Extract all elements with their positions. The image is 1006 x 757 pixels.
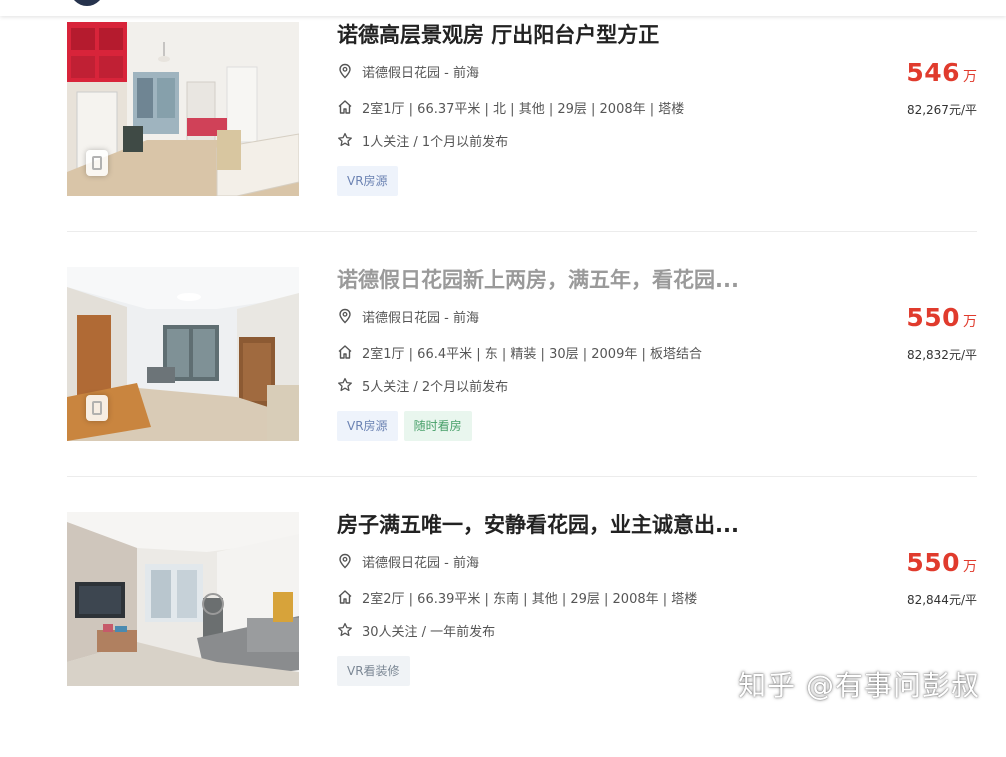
community-link[interactable]: 诺德假日花园 - 前海 (362, 62, 479, 81)
location-pin-icon (337, 553, 353, 569)
price-unit: 万 (963, 69, 977, 85)
tag-list: VR房源 (337, 166, 398, 196)
follow-info-row: 30人关注 / 一年前发布 (337, 620, 495, 640)
house-info-row: 2室1厅 | 66.4平米 | 东 | 精装 | 30层 | 2009年 | 板… (337, 342, 702, 362)
listing-title[interactable]: 诺德高层景观房 厅出阳台户型方正 (337, 22, 659, 48)
vr-badge-icon (86, 395, 108, 421)
location-pin-icon (337, 308, 353, 324)
star-icon (337, 132, 353, 148)
listing-title[interactable]: 诺德假日花园新上两房，满五年，看花园... (337, 267, 739, 293)
tag-view-anytime[interactable]: 随时看房 (403, 411, 472, 441)
house-info: 2室1厅 | 66.37平米 | 北 | 其他 | 29层 | 2008年 | … (362, 101, 685, 117)
unit-price: 82,844元/平 (906, 593, 977, 607)
tag-list: VR房源 随时看房 (337, 411, 472, 441)
listing-item[interactable]: 诺德高层景观房 厅出阳台户型方正 诺德假日花园 - 前海 2室1厅 | 66.3… (67, 22, 977, 267)
tag-vr-decoration[interactable]: VR看装修 (337, 656, 410, 686)
tag-list: VR看装修 (337, 656, 410, 686)
house-icon (337, 589, 353, 605)
community-link[interactable]: 诺德假日花园 - 前海 (362, 552, 479, 571)
price-value: 546 (906, 58, 960, 87)
follow-info: 30人关注 / 一年前发布 (362, 624, 496, 640)
unit-price: 82,832元/平 (906, 348, 977, 362)
vr-badge-icon (86, 150, 108, 176)
follow-info: 1人关注 / 1个月以前发布 (362, 134, 509, 150)
star-icon (337, 377, 353, 393)
community-link[interactable]: 诺德假日花园 - 前海 (362, 307, 479, 326)
top-nav-bar (0, 0, 1006, 16)
tag-vr-listing[interactable]: VR房源 (337, 411, 398, 441)
total-price: 550 万 (906, 548, 977, 577)
house-info: 2室1厅 | 66.4平米 | 东 | 精装 | 30层 | 2009年 | 板… (362, 346, 702, 362)
listing-title[interactable]: 房子满五唯一，安静看花园，业主诚意出... (337, 512, 739, 538)
zhihu-watermark: 知乎 @有事问彭叔 (738, 669, 980, 702)
community-row: 诺德假日花园 - 前海 (337, 551, 479, 571)
follow-info: 5人关注 / 2个月以前发布 (362, 379, 509, 395)
price-value: 550 (906, 548, 960, 577)
price-unit: 万 (963, 559, 977, 575)
divider (67, 476, 977, 477)
listing-photo[interactable] (67, 267, 299, 441)
community-row: 诺德假日花园 - 前海 (337, 61, 479, 81)
house-info-row: 2室2厅 | 66.39平米 | 东南 | 其他 | 29层 | 2008年 |… (337, 587, 697, 607)
tag-vr-listing[interactable]: VR房源 (337, 166, 398, 196)
site-logo[interactable] (70, 0, 104, 6)
house-icon (337, 344, 353, 360)
follow-info-row: 5人关注 / 2个月以前发布 (337, 375, 508, 395)
divider (67, 231, 977, 232)
listing-photo[interactable] (67, 22, 299, 196)
house-info-row: 2室1厅 | 66.37平米 | 北 | 其他 | 29层 | 2008年 | … (337, 97, 684, 117)
house-info: 2室2厅 | 66.39平米 | 东南 | 其他 | 29层 | 2008年 |… (362, 591, 698, 607)
listing-photo[interactable] (67, 512, 299, 686)
unit-price: 82,267元/平 (906, 103, 977, 117)
listing-item[interactable]: 诺德假日花园新上两房，满五年，看花园... 诺德假日花园 - 前海 2室1厅 |… (67, 267, 977, 512)
community-row: 诺德假日花园 - 前海 (337, 306, 479, 326)
price-unit: 万 (963, 314, 977, 330)
house-icon (337, 99, 353, 115)
listing-item[interactable]: 房子满五唯一，安静看花园，业主诚意出... 诺德假日花园 - 前海 2室2厅 |… (67, 512, 977, 757)
star-icon (337, 622, 353, 638)
follow-info-row: 1人关注 / 1个月以前发布 (337, 130, 508, 150)
total-price: 546 万 (906, 58, 977, 87)
total-price: 550 万 (906, 303, 977, 332)
price-value: 550 (906, 303, 960, 332)
location-pin-icon (337, 63, 353, 79)
